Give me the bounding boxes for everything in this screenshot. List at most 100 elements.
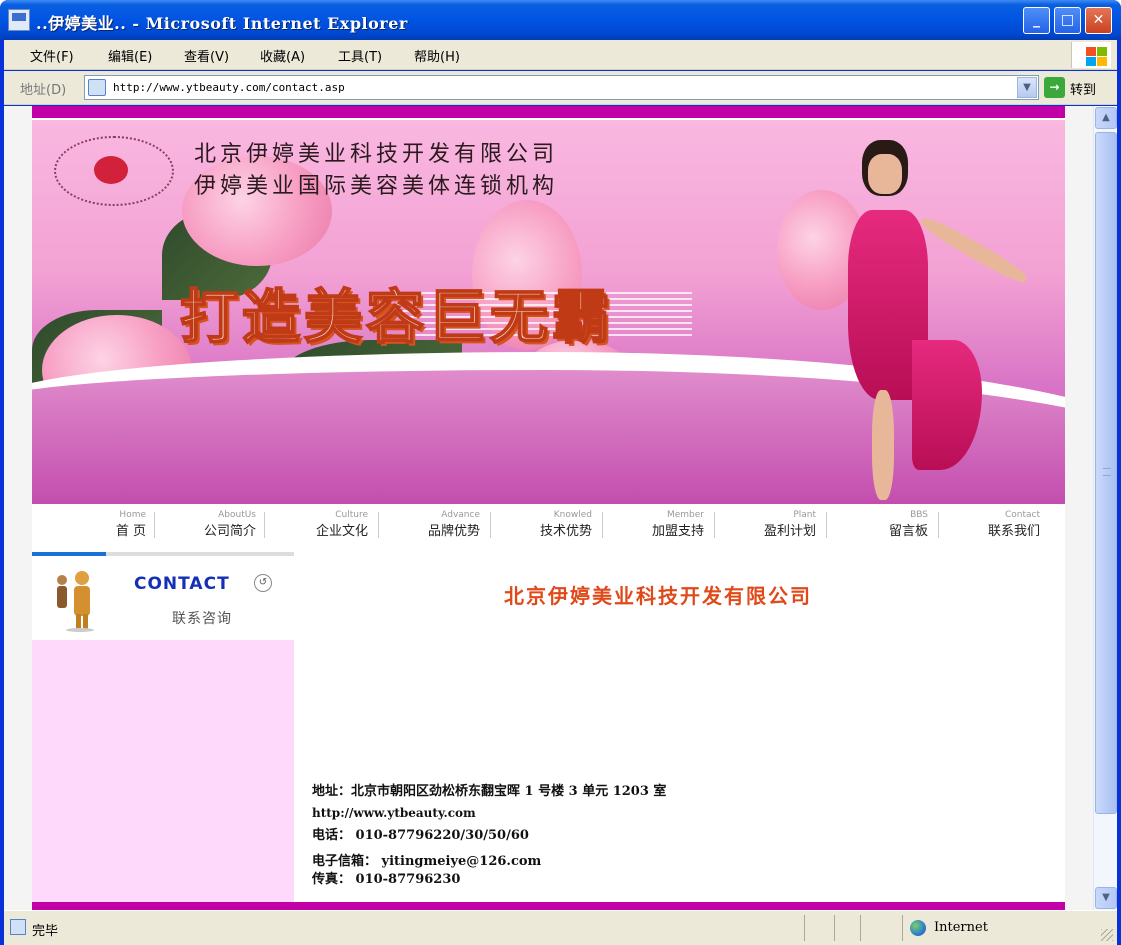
banner-company-subtitle: 伊婷美业国际美容美体连锁机构 xyxy=(194,174,559,199)
model-dress-hem xyxy=(912,340,982,470)
page-icon xyxy=(88,79,106,96)
sidebar-subtitle: 联系咨询 xyxy=(172,611,232,627)
globe-icon xyxy=(910,920,926,936)
nav-culture[interactable]: Culture 企业文化 xyxy=(272,510,372,544)
sidebar-title: CONTACT xyxy=(134,574,230,594)
nav-cn-label: 首 页 xyxy=(115,524,146,539)
nav-divider xyxy=(714,512,715,538)
model-photo xyxy=(812,140,1052,500)
nav-plant[interactable]: Plant 盈利计划 xyxy=(720,510,820,544)
nav-cn-label: 盈利计划 xyxy=(763,524,816,539)
status-bar: 完毕 Internet xyxy=(4,910,1117,945)
nav-aboutus[interactable]: AboutUs 公司简介 xyxy=(160,510,260,544)
logo-flower-icon xyxy=(94,156,128,184)
nav-en-label: BBS xyxy=(910,510,928,520)
go-button[interactable]: 转到 xyxy=(1070,79,1096,98)
nav-en-label: Contact xyxy=(1004,510,1040,520)
nav-divider xyxy=(154,512,155,538)
address-bar: 地址(D) http://www.ytbeauty.com/contact.as… xyxy=(4,71,1117,105)
nav-divider xyxy=(490,512,491,538)
nav-cn-label: 品牌优势 xyxy=(427,524,480,539)
scroll-grip xyxy=(1103,468,1111,476)
menu-file[interactable]: 文件(F) xyxy=(30,46,74,65)
nav-en-label: Plant xyxy=(793,510,816,520)
menu-tools[interactable]: 工具(T) xyxy=(338,46,382,65)
scroll-up-arrow-icon[interactable]: ▲ xyxy=(1095,107,1117,129)
model-leg xyxy=(872,390,894,500)
nav-member[interactable]: Member 加盟支持 xyxy=(608,510,708,544)
nav-contact[interactable]: Contact 联系我们 xyxy=(944,510,1044,544)
go-arrow-icon[interactable]: → xyxy=(1044,77,1065,98)
nav-en-label: AboutUs xyxy=(218,510,256,520)
sidebar-header: CONTACT ↺ 联系咨询 xyxy=(32,556,294,640)
nav-cn-label: 加盟支持 xyxy=(651,524,704,539)
top-stripe xyxy=(32,106,1065,118)
status-pane-divider xyxy=(902,915,903,941)
address-url[interactable]: http://www.ytbeauty.com/contact.asp xyxy=(113,81,345,94)
model-face xyxy=(868,154,902,194)
scroll-thumb[interactable] xyxy=(1095,132,1117,814)
title-bar: ..伊婷美业.. - Microsoft Internet Explorer _… xyxy=(0,0,1121,40)
nav-en-label: Member xyxy=(666,510,704,520)
page-viewport: 北京伊婷美业科技开发有限公司 伊婷美业国际美容美体连锁机构 打造美容巨无霸 Ho xyxy=(4,106,1117,910)
nav-en-label: Culture xyxy=(335,510,368,520)
minimize-button[interactable]: _ xyxy=(1023,7,1050,34)
window-title: ..伊婷美业.. - Microsoft Internet Explorer xyxy=(36,14,408,33)
email-text: 电子信箱： yitingmeiye@126.com xyxy=(312,854,542,869)
banner-company-name: 北京伊婷美业科技开发有限公司 xyxy=(194,142,559,167)
menu-help[interactable]: 帮助(H) xyxy=(414,46,460,65)
scroll-down-arrow-icon[interactable]: ▼ xyxy=(1095,887,1117,909)
menu-bar: 文件(F) 编辑(E) 查看(V) 收藏(A) 工具(T) 帮助(H) xyxy=(4,40,1117,70)
menu-view[interactable]: 查看(V) xyxy=(184,46,229,65)
nav-cn-label: 技术优势 xyxy=(539,524,592,539)
banner-slogan: 打造美容巨无霸 xyxy=(179,282,615,352)
people-icon xyxy=(57,571,94,632)
vertical-scrollbar[interactable]: ▲ ▼ xyxy=(1093,106,1117,910)
nav-cn-label: 公司简介 xyxy=(203,524,256,539)
company-logo xyxy=(54,136,174,206)
windows-logo-icon xyxy=(1071,42,1111,68)
status-pane-divider xyxy=(860,915,861,941)
nav-home[interactable]: Home 首 页 xyxy=(50,510,150,544)
nav-divider xyxy=(938,512,939,538)
menu-favorites[interactable]: 收藏(A) xyxy=(260,46,305,65)
status-text: 完毕 xyxy=(32,924,59,939)
nav-divider xyxy=(264,512,265,538)
nav-advance[interactable]: Advance 品牌优势 xyxy=(384,510,484,544)
page-done-icon xyxy=(10,919,26,935)
nav-cn-label: 留言板 xyxy=(888,524,928,539)
menu-edit[interactable]: 编辑(E) xyxy=(108,46,152,65)
return-arrow-icon[interactable]: ↺ xyxy=(254,574,272,592)
main-nav: Home 首 页 AboutUs 公司简介 Culture 企业文化 Advance 品… xyxy=(32,504,1065,546)
nav-cn-label: 联系我们 xyxy=(987,524,1040,539)
nav-knowled[interactable]: Knowled 技术优势 xyxy=(496,510,596,544)
web-page: 北京伊婷美业科技开发有限公司 伊婷美业国际美容美体连锁机构 打造美容巨无霸 Ho xyxy=(4,106,1093,910)
sidebar-panel xyxy=(32,640,294,902)
status-pane-divider xyxy=(804,915,805,941)
resize-grip[interactable] xyxy=(1101,929,1113,941)
ie-page-icon xyxy=(8,9,30,31)
nav-divider xyxy=(602,512,603,538)
nav-divider xyxy=(826,512,827,538)
nav-bbs[interactable]: BBS 留言板 xyxy=(832,510,932,544)
fax-text: 传真： 010-87796230 xyxy=(312,872,461,887)
close-button[interactable]: ✕ xyxy=(1085,7,1112,34)
nav-divider xyxy=(378,512,379,538)
address-input[interactable]: http://www.ytbeauty.com/contact.asp ▼ xyxy=(84,75,1039,100)
nav-en-label: Knowled xyxy=(553,510,592,520)
bottom-stripe xyxy=(32,902,1065,910)
page-title: 北京伊婷美业科技开发有限公司 xyxy=(504,584,812,608)
address-label: 地址(D) xyxy=(20,83,67,98)
website-link[interactable]: http://www.ytbeauty.com xyxy=(312,806,476,820)
model-arm xyxy=(918,213,1030,287)
nav-cn-label: 企业文化 xyxy=(315,524,368,539)
chevron-down-icon[interactable]: ▼ xyxy=(1017,77,1037,98)
maximize-button[interactable]: □ xyxy=(1054,7,1081,34)
nav-en-label: Home xyxy=(119,510,146,520)
browser-window: ..伊婷美业.. - Microsoft Internet Explorer _… xyxy=(0,0,1121,945)
status-pane-divider xyxy=(834,915,835,941)
phone-text: 电话： 010-87796220/30/50/60 xyxy=(312,828,529,843)
nav-en-label: Advance xyxy=(441,510,480,520)
security-zone-label: Internet xyxy=(934,920,988,935)
header-banner: 北京伊婷美业科技开发有限公司 伊婷美业国际美容美体连锁机构 打造美容巨无霸 xyxy=(32,120,1065,504)
